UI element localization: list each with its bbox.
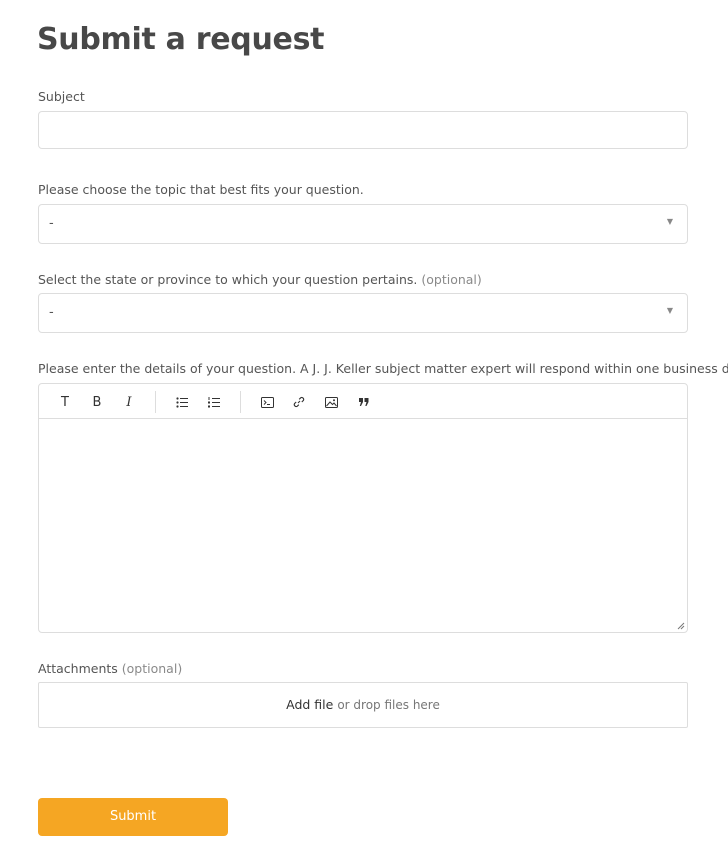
editor-toolbar: T B I <box>39 384 687 419</box>
details-textarea[interactable] <box>39 419 687 632</box>
link-icon[interactable] <box>290 393 308 411</box>
toolbar-divider <box>240 391 241 413</box>
topic-selected-value: - <box>49 216 54 231</box>
image-icon[interactable] <box>322 393 340 411</box>
state-optional-text: (optional) <box>421 272 482 287</box>
details-label: Please enter the details of your questio… <box>38 361 728 376</box>
state-label: Select the state or province to which yo… <box>38 272 482 287</box>
text-icon[interactable]: T <box>56 393 74 411</box>
numbered-list-icon[interactable] <box>205 393 223 411</box>
details-editor: T B I <box>38 383 688 633</box>
resize-handle-icon[interactable] <box>677 622 685 630</box>
submit-button[interactable]: Submit <box>38 798 228 836</box>
drop-files-text: or drop files here <box>337 698 440 712</box>
toolbar-divider <box>155 391 156 413</box>
state-selected-value: - <box>49 305 54 320</box>
subject-label: Subject <box>38 89 85 104</box>
topic-label-text: Please choose the topic that best fits y… <box>38 182 364 197</box>
chevron-down-icon: ▼ <box>666 217 673 226</box>
attachments-label: Attachments (optional) <box>38 661 182 676</box>
details-label-text: Please enter the details of your questio… <box>38 361 728 376</box>
state-label-text: Select the state or province to which yo… <box>38 272 418 287</box>
add-file-link[interactable]: Add file <box>286 697 333 712</box>
attachments-dropzone[interactable]: Add file or drop files here <box>38 682 688 728</box>
page-title: Submit a request <box>37 22 325 57</box>
quote-icon[interactable] <box>355 393 373 411</box>
italic-icon[interactable]: I <box>120 393 138 411</box>
attachments-optional-text: (optional) <box>121 661 183 676</box>
bulleted-list-icon[interactable] <box>173 393 191 411</box>
attachments-label-text: Attachments <box>38 661 118 676</box>
subject-input[interactable] <box>38 111 688 149</box>
chevron-down-icon: ▼ <box>666 306 673 315</box>
topic-label: Please choose the topic that best fits y… <box>38 182 364 197</box>
topic-select[interactable]: - ▼ <box>38 204 688 244</box>
subject-label-text: Subject <box>38 89 85 104</box>
bold-icon[interactable]: B <box>88 393 106 411</box>
state-select[interactable]: - ▼ <box>38 293 688 333</box>
code-block-icon[interactable] <box>258 393 276 411</box>
